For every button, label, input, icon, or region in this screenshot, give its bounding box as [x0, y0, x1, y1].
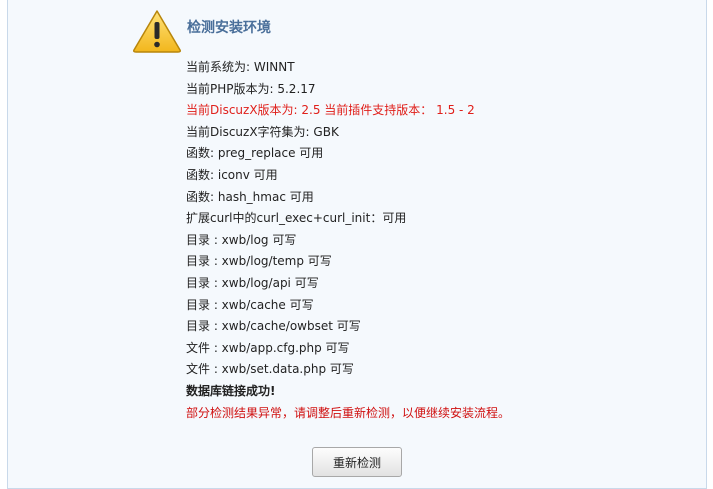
check-result-item: 文件 : xwb/set.data.php 可写: [186, 362, 354, 377]
recheck-button[interactable]: 重新检测: [312, 447, 402, 477]
warning-icon: [133, 10, 181, 53]
check-result-item: 扩展curl中的curl_exec+curl_init：可用: [186, 211, 407, 226]
check-result-item: 当前系统为: WINNT: [186, 60, 295, 74]
check-result-item: 数据库链接成功!: [186, 383, 276, 398]
check-result-item: 目录 : xwb/cache/owbset 可写: [186, 319, 361, 334]
check-result-item: 当前DiscuzX字符集为: GBK: [186, 124, 339, 139]
check-result-item: 函数: preg_replace 可用: [186, 146, 324, 161]
page-title: 检测安装环境: [187, 20, 271, 36]
check-result-item: 目录 : xwb/log/temp 可写: [186, 254, 332, 269]
check-result-item: 目录 : xwb/log 可写: [186, 232, 297, 247]
check-result-item: 函数: hash_hmac 可用: [186, 189, 314, 204]
check-result-item: 当前DiscuzX版本为: 2.5 当前插件支持版本： 1.5 - 2: [186, 103, 475, 118]
check-result-item: 部分检测结果异常，请调整后重新检测，以便继续安装流程。: [186, 405, 511, 420]
check-result-item: 目录 : xwb/log/api 可写: [186, 275, 319, 290]
check-result-list: 当前系统为: WINNT 当前PHP版本为: 5.2.17 当前DiscuzX版本为…: [186, 57, 510, 424]
check-result-item: 文件 : xwb/app.cfg.php 可写: [186, 340, 350, 355]
check-result-item: 目录 : xwb/cache 可写: [186, 297, 314, 312]
check-result-item: 当前PHP版本为: 5.2.17: [186, 81, 316, 96]
check-result-item: 函数: iconv 可用: [186, 167, 278, 182]
